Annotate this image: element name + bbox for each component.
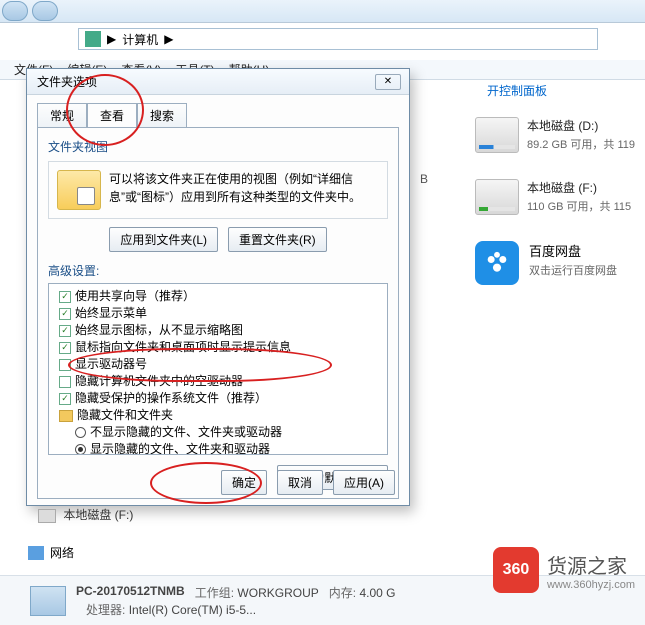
checkbox-icon[interactable] [59,359,71,371]
checkbox-icon[interactable] [59,308,71,320]
cpu-value: Intel(R) Core(TM) i5-5... [129,603,256,617]
tab-panel-view: 文件夹视图 可以将该文件夹正在使用的视图（例如“详细信息”或“图标”）应用到所有… [37,127,399,499]
ok-button[interactable]: 确定 [221,470,267,495]
adv-setting-item[interactable]: 隐藏受保护的操作系统文件（推荐） [53,390,383,407]
folder-view-icon [57,170,101,210]
adv-setting-label: 显示驱动器号 [75,356,147,373]
tab-search[interactable]: 搜索 [137,103,187,127]
checkbox-icon[interactable] [59,291,71,303]
computer-icon [85,31,101,47]
adv-setting-item[interactable]: 使用共享向导（推荐） [53,288,383,305]
pc-name: PC-20170512TNMB [76,584,185,601]
drives-panel: 开控制面板 本地磁盘 (D:) 89.2 GB 可用，共 119 本地磁盘 (F… [473,78,645,285]
adv-setting-label: 隐藏文件和文件夹 [77,407,173,424]
adv-setting-label: 不显示隐藏的文件、文件夹或驱动器 [90,424,282,441]
advanced-settings-label: 高级设置: [48,262,388,279]
close-icon[interactable]: ✕ [375,74,401,90]
drive-peek[interactable]: 本地磁盘 (F:) [38,506,133,523]
baidu-title: 百度网盘 [529,241,617,260]
drive-sub: 89.2 GB 可用，共 119 [527,136,635,152]
logo-title: 货源之家 [547,550,635,579]
workgroup-value: WORKGROUP [237,586,318,600]
memory-label: 内存: [329,586,356,600]
drive-icon [475,179,519,215]
adv-setting-label: 使用共享向导（推荐） [75,288,195,305]
checkbox-icon[interactable] [59,342,71,354]
drive-peek-label: 本地磁盘 (F:) [63,508,133,522]
adv-setting-label: 鼠标指向文件夹和桌面项时显示提示信息 [75,339,291,356]
dialog-title-text: 文件夹选项 [37,73,97,90]
nav-back-button[interactable] [2,1,28,21]
apply-button[interactable]: 应用(A) [333,470,395,495]
adv-setting-label: 隐藏受保护的操作系统文件（推荐） [75,390,267,407]
adv-setting-item[interactable]: 隐藏计算机文件夹中的空驱动器 [53,373,383,390]
watermark-logo: 360 货源之家 www.360hyzj.com [493,547,635,593]
drive-title: 本地磁盘 (F:) [527,179,631,196]
adv-setting-item[interactable]: 显示驱动器号 [53,356,383,373]
dialog-tabs: 常规 查看 搜索 [27,95,409,127]
system-info: PC-20170512TNMB 工作组: WORKGROUP 内存: 4.00 … [76,584,395,618]
adv-setting-label: 始终显示图标，从不显示缩略图 [75,322,243,339]
adv-setting-label: 始终显示菜单 [75,305,147,322]
breadcrumb-arrow: ▶ [107,32,116,46]
dialog-buttons: 确定 取消 应用(A) [221,470,395,495]
network-node[interactable]: 网络 [28,544,74,561]
folder-icon [59,410,73,422]
tab-view[interactable]: 查看 [87,103,137,127]
breadcrumb-arrow-2: ▶ [164,32,173,46]
baidu-icon [475,241,519,285]
nav-forward-button[interactable] [32,1,58,21]
baidu-netdisk[interactable]: 百度网盘 双击运行百度网盘 [473,241,645,285]
cancel-button[interactable]: 取消 [277,470,323,495]
drive-d[interactable]: 本地磁盘 (D:) 89.2 GB 可用，共 119 [473,117,645,153]
adv-setting-label: 显示隐藏的文件、文件夹和驱动器 [90,441,270,455]
drive-title: 本地磁盘 (D:) [527,117,635,134]
tab-general[interactable]: 常规 [37,103,87,127]
logo-badge: 360 [493,547,539,593]
logo-url: www.360hyzj.com [547,579,635,591]
breadcrumb-computer[interactable]: 计算机 [122,31,158,48]
adv-setting-item[interactable]: 始终显示图标，从不显示缩略图 [53,322,383,339]
dialog-titlebar[interactable]: 文件夹选项 ✕ [27,69,409,95]
folder-view-text: 可以将该文件夹正在使用的视图（例如“详细信息”或“图标”）应用到所有这种类型的文… [109,170,379,210]
cpu-label: 处理器: [86,603,125,617]
network-icon [28,546,44,560]
workgroup-label: 工作组: [195,586,234,600]
drive-f[interactable]: 本地磁盘 (F:) 110 GB 可用，共 115 [473,179,645,215]
folder-options-dialog: 文件夹选项 ✕ 常规 查看 搜索 文件夹视图 可以将该文件夹正在使用的视图（例如… [26,68,410,506]
computer-icon [30,586,66,616]
adv-setting-item[interactable]: 鼠标指向文件夹和桌面项时显示提示信息 [53,339,383,356]
checkbox-icon[interactable] [59,325,71,337]
adv-setting-item[interactable]: 隐藏文件和文件夹 [53,407,383,424]
address-bar[interactable]: ▶ 计算机 ▶ [78,28,598,50]
adv-setting-item[interactable]: 始终显示菜单 [53,305,383,322]
group-folder-view: 文件夹视图 [48,138,388,155]
radio-icon[interactable] [75,444,86,455]
drive-icon [38,509,56,523]
folder-view-box: 可以将该文件夹正在使用的视图（例如“详细信息”或“图标”）应用到所有这种类型的文… [48,161,388,219]
checkbox-icon[interactable] [59,393,71,405]
window-nav-header [0,0,645,23]
control-panel-link[interactable]: 开控制面板 [473,78,645,117]
advanced-settings-list[interactable]: 使用共享向导（推荐）始终显示菜单始终显示图标，从不显示缩略图鼠标指向文件夹和桌面… [48,283,388,455]
drive-icon [475,117,519,153]
drive-sub: 110 GB 可用，共 115 [527,198,631,214]
adv-setting-item[interactable]: 不显示隐藏的文件、文件夹或驱动器 [53,424,383,441]
radio-icon[interactable] [75,427,86,438]
baidu-sub: 双击运行百度网盘 [529,262,617,278]
reset-folders-button[interactable]: 重置文件夹(R) [228,227,327,252]
adv-setting-label: 隐藏计算机文件夹中的空驱动器 [75,373,243,390]
apply-to-folders-button[interactable]: 应用到文件夹(L) [109,227,218,252]
adv-setting-item[interactable]: 显示隐藏的文件、文件夹和驱动器 [53,441,383,455]
checkbox-icon[interactable] [59,376,71,388]
network-label: 网络 [50,544,74,561]
memory-value: 4.00 G [359,586,395,600]
partial-letter: B [420,172,432,186]
